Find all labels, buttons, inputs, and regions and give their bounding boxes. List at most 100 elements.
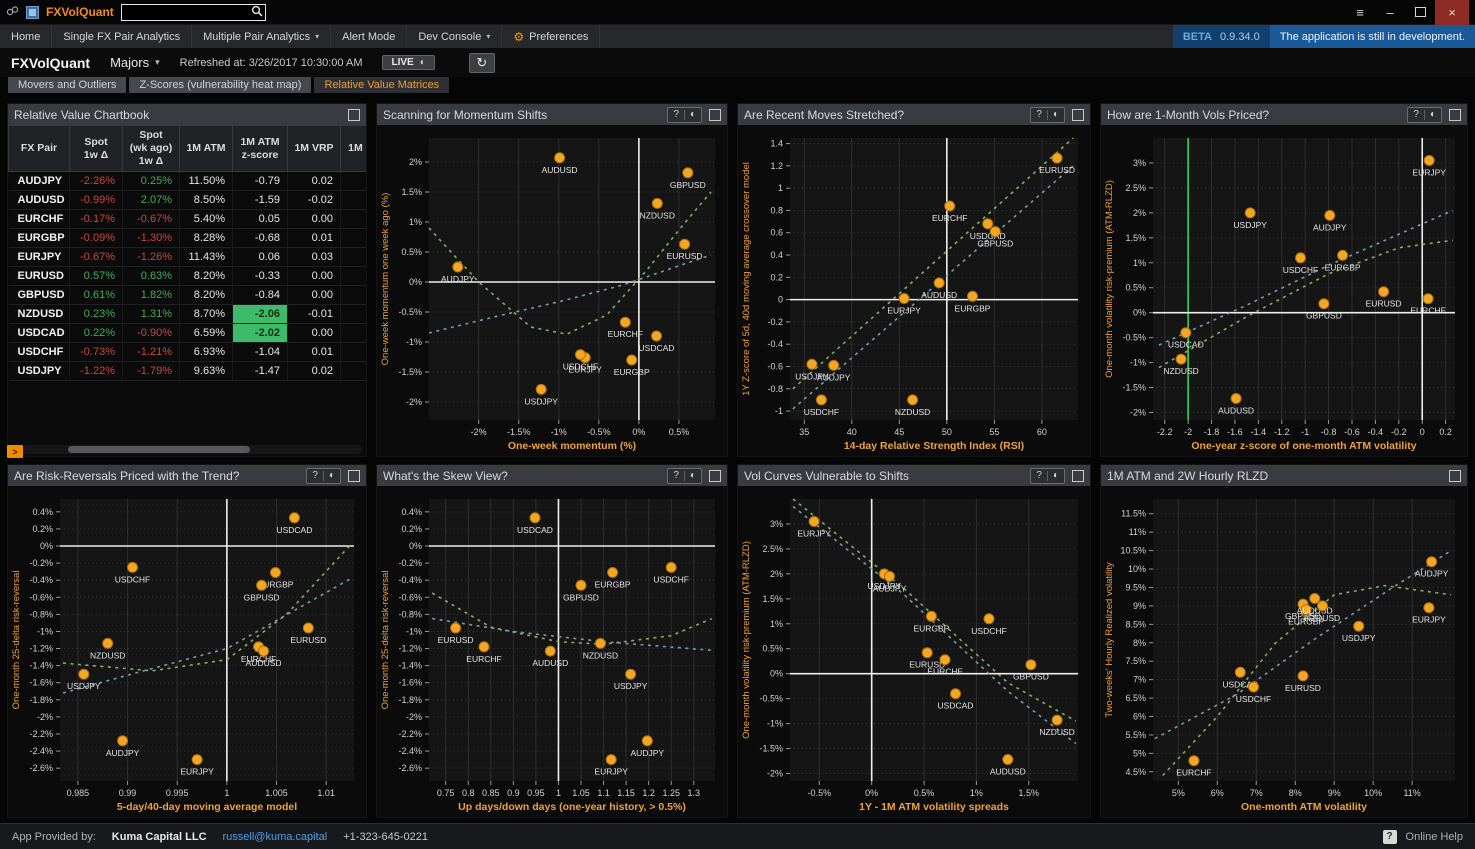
panel-help-controls[interactable]: ?◐	[306, 468, 341, 484]
table-row[interactable]: EURJPY-0.67%-1.26%11.43%0.060.03-2.50%	[9, 248, 367, 267]
data-point-AUDUSD[interactable]	[545, 646, 555, 656]
help-icon[interactable]: ?	[673, 109, 679, 120]
data-point-EURCHF[interactable]	[1423, 294, 1433, 304]
contrast-toggle-icon[interactable]: ◐	[690, 470, 696, 481]
maximize-checkbox[interactable]	[348, 470, 360, 482]
contrast-toggle-icon[interactable]: ◐	[329, 470, 335, 481]
data-point-USDJPY[interactable]	[807, 359, 817, 369]
table-row[interactable]: AUDJPY-2.26%0.25%11.50%-0.790.02-2.28%	[9, 172, 367, 191]
table-row[interactable]: USDCAD0.22%-0.90%6.59%-2.020.000.33%	[9, 324, 367, 343]
help-icon[interactable]: ?	[673, 470, 679, 481]
data-point-USDCAD[interactable]	[289, 513, 299, 523]
data-point-EURCHF[interactable]	[479, 642, 489, 652]
data-point-NZDUSD[interactable]	[908, 395, 918, 405]
data-point-EURUSD[interactable]	[1052, 153, 1062, 163]
data-point-EURJPY[interactable]	[899, 294, 909, 304]
data-point-NZDUSD[interactable]	[1052, 715, 1062, 725]
maximize-checkbox[interactable]	[709, 109, 721, 121]
data-point-USDJPY[interactable]	[79, 669, 89, 679]
table-row[interactable]: USDJPY-1.22%-1.79%9.63%-1.470.02-1.50%	[9, 362, 367, 381]
data-point-USDJPY[interactable]	[536, 384, 546, 394]
data-point-EURJPY[interactable]	[606, 755, 616, 765]
column-header[interactable]: 1M RR_25D	[341, 126, 367, 172]
data-point-EURCHF[interactable]	[945, 201, 955, 211]
data-point-EURJPY[interactable]	[1424, 156, 1434, 166]
data-point-EURGBP[interactable]	[608, 568, 618, 578]
panel-help-controls[interactable]: ?◐	[1407, 107, 1442, 123]
data-point-AUDJPY[interactable]	[642, 736, 652, 746]
search-icon[interactable]	[251, 5, 263, 17]
data-point-GBPUSD[interactable]	[576, 580, 586, 590]
contrast-toggle-icon[interactable]: ◐	[1053, 470, 1059, 481]
data-point-EURUSD[interactable]	[922, 648, 932, 658]
contrast-toggle-icon[interactable]: ◐	[690, 109, 696, 120]
data-point-USDCHF[interactable]	[128, 562, 138, 572]
data-point-AUDJPY[interactable]	[829, 360, 839, 370]
panel-help-controls[interactable]: ?◐	[1030, 468, 1065, 484]
data-point-EURCHF[interactable]	[1189, 756, 1199, 766]
data-point-USDCAD[interactable]	[652, 331, 662, 341]
data-point-NZDUSD[interactable]	[1176, 354, 1186, 364]
data-point-USDJPY[interactable]	[1245, 208, 1255, 218]
maximize-checkbox[interactable]	[1449, 109, 1461, 121]
table-row[interactable]: EURUSD0.57%0.63%8.20%-0.330.00-0.96%	[9, 267, 367, 286]
data-point-NZDUSD[interactable]	[103, 638, 113, 648]
tab-relative-value-matrices[interactable]: Relative Value Matrices	[314, 77, 449, 93]
data-point-USDJPY[interactable]	[1354, 621, 1364, 631]
data-point-USDCHF[interactable]	[984, 614, 994, 624]
data-point-USDCHF[interactable]	[1249, 682, 1259, 692]
horizontal-scrollbar[interactable]	[12, 445, 362, 454]
table-row[interactable]: NZDUSD0.23%1.31%8.70%-2.06-0.01-1.14%	[9, 305, 367, 324]
column-header[interactable]: 1M ATMz-score	[233, 126, 288, 172]
contrast-toggle-icon[interactable]: ◐	[1430, 109, 1436, 120]
data-point-EURGBP[interactable]	[968, 291, 978, 301]
refresh-button[interactable]: ↻	[469, 53, 495, 73]
data-point-EURUSD[interactable]	[680, 239, 690, 249]
help-icon[interactable]: ?	[1036, 109, 1042, 120]
data-point-USDJPY[interactable]	[626, 669, 636, 679]
contrast-toggle-icon[interactable]: ◐	[1053, 109, 1059, 120]
data-point-EURUSD[interactable]	[1379, 287, 1389, 297]
help-icon[interactable]: ?	[1383, 830, 1397, 844]
data-point-USDCAD[interactable]	[983, 219, 993, 229]
data-point-EURGBP[interactable]	[271, 568, 281, 578]
menu-item-home[interactable]: Home	[0, 25, 52, 48]
scrollbar-thumb[interactable]	[68, 446, 250, 453]
data-point-GBPUSD[interactable]	[990, 227, 1000, 237]
data-point-AUDJPY[interactable]	[885, 571, 895, 581]
table-row[interactable]: EURGBP-0.09%-1.30%8.28%-0.680.01-0.31%	[9, 229, 367, 248]
table-row[interactable]: USDCHF-0.73%-1.21%6.93%-1.040.01-0.25%	[9, 343, 367, 362]
help-icon[interactable]: ?	[1413, 109, 1419, 120]
data-point-AUDUSD[interactable]	[934, 278, 944, 288]
column-header[interactable]: FX Pair	[9, 126, 70, 172]
data-point-GBPUSD[interactable]	[257, 580, 267, 590]
data-point-EURUSD[interactable]	[303, 623, 313, 633]
data-point-AUDUSD[interactable]	[1003, 755, 1013, 765]
column-header[interactable]: 1M ATM	[180, 126, 233, 172]
data-point-GBPUSD[interactable]	[1026, 660, 1036, 670]
link-icon[interactable]	[6, 5, 19, 19]
data-point-EURJPY[interactable]	[809, 517, 819, 527]
data-point-EURGBP[interactable]	[1338, 250, 1348, 260]
data-point-EURUSD[interactable]	[451, 623, 461, 633]
table-expander-button[interactable]: >	[7, 445, 23, 458]
table-row[interactable]: EURCHF-0.17%-0.67%5.40%0.050.00-1.18%	[9, 210, 367, 229]
minimize-button[interactable]: –	[1375, 0, 1405, 25]
window-menu-icon[interactable]: ≡	[1345, 0, 1375, 25]
help-icon[interactable]: ?	[1036, 470, 1042, 481]
help-icon[interactable]: ?	[312, 470, 318, 481]
data-point-NZDUSD[interactable]	[1318, 601, 1328, 611]
data-point-AUDJPY[interactable]	[1427, 557, 1437, 567]
data-point-AUDJPY[interactable]	[453, 262, 463, 272]
table-row[interactable]: AUDUSD-0.99%2.07%8.50%-1.59-0.02-1.23%	[9, 191, 367, 210]
data-point-AUDJPY[interactable]	[1325, 210, 1335, 220]
menu-item-single-fx-pair-analytics[interactable]: Single FX Pair Analytics	[52, 25, 192, 48]
data-point-EURGBP[interactable]	[627, 355, 637, 365]
data-point-NZDUSD[interactable]	[652, 198, 662, 208]
data-point-EURJPY[interactable]	[1424, 603, 1434, 613]
panel-help-controls[interactable]: ?◐	[1030, 107, 1065, 123]
maximize-checkbox[interactable]	[348, 109, 360, 121]
data-point-EURUSD[interactable]	[1298, 671, 1308, 681]
live-toggle[interactable]: LIVE ◐	[382, 55, 434, 70]
close-button[interactable]: ×	[1435, 0, 1469, 25]
